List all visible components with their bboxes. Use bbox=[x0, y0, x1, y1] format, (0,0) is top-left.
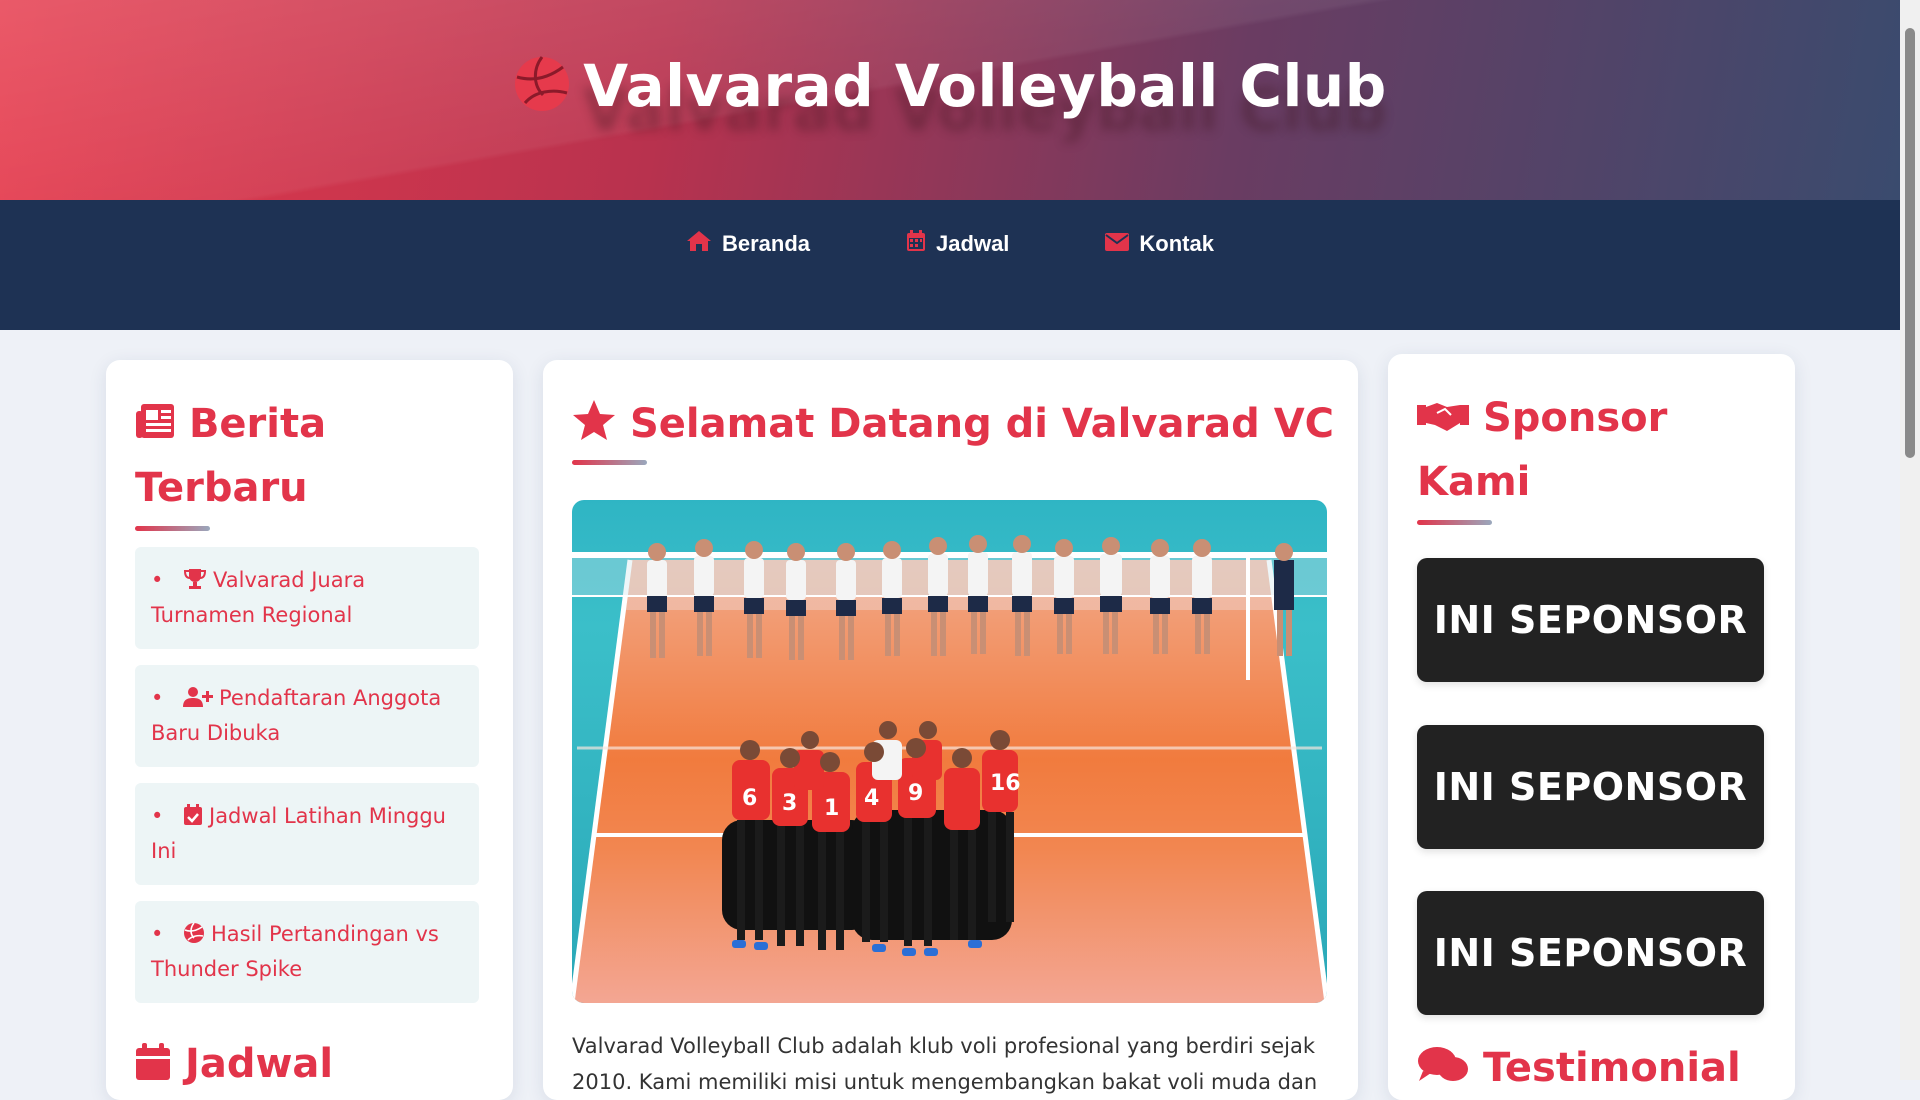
volleyball-icon bbox=[183, 922, 211, 946]
schedule-title: Jadwal bbox=[184, 1041, 334, 1087]
trophy-icon bbox=[183, 568, 213, 592]
title-underline bbox=[572, 460, 647, 465]
main-nav bbox=[0, 200, 1900, 330]
calendar-icon bbox=[135, 1041, 185, 1087]
comments-icon bbox=[1417, 1045, 1483, 1091]
nav-label: Jadwal bbox=[936, 231, 1010, 256]
user-plus-icon bbox=[183, 686, 219, 710]
welcome-title: Selamat Datang di Valvarad VC bbox=[629, 401, 1335, 447]
sponsor-heading: Sponsor Kami bbox=[1417, 386, 1667, 514]
sponsor-card: Sponsor Kami INI SEPONSOR INI SEPONSOR I… bbox=[1388, 354, 1795, 1100]
news-item[interactable]: • Jadwal Latihan Minggu Ini bbox=[135, 783, 479, 885]
sponsor-label: INI SEPONSOR bbox=[1433, 598, 1748, 642]
welcome-heading: Selamat Datang di Valvarad VC bbox=[572, 392, 1334, 456]
handshake-icon bbox=[1417, 395, 1483, 441]
testimonial-title: Testimonial bbox=[1482, 1045, 1741, 1091]
svg-text:4: 4 bbox=[864, 786, 879, 811]
nav-item-kontak[interactable]: Kontak bbox=[1105, 230, 1214, 258]
schedule-heading: Jadwal bbox=[135, 1032, 333, 1096]
nav-item-beranda[interactable]: Beranda bbox=[686, 230, 810, 258]
calendar-icon bbox=[906, 230, 926, 258]
sponsor-title-line1: Sponsor bbox=[1482, 395, 1668, 441]
nav-item-jadwal[interactable]: Jadwal bbox=[906, 230, 1009, 258]
sponsor-logo[interactable]: INI SEPONSOR bbox=[1417, 891, 1764, 1015]
testimonial-heading: Testimonial bbox=[1417, 1036, 1741, 1100]
title-underline bbox=[1417, 520, 1492, 525]
team-photo: 63 1 4 9 16 bbox=[572, 500, 1327, 1003]
calendar-check-icon bbox=[183, 804, 209, 828]
site-title: Valvarad Volleyball Club bbox=[583, 52, 1387, 120]
scrollbar-thumb[interactable] bbox=[1905, 28, 1915, 458]
sponsor-logo[interactable]: INI SEPONSOR bbox=[1417, 558, 1764, 682]
envelope-icon bbox=[1105, 231, 1130, 257]
sponsor-label: INI SEPONSOR bbox=[1433, 765, 1748, 809]
home-icon bbox=[686, 230, 712, 258]
sponsor-logo[interactable]: INI SEPONSOR bbox=[1417, 725, 1764, 849]
news-title: Berita Terbaru bbox=[135, 392, 326, 520]
sponsor-label: INI SEPONSOR bbox=[1433, 931, 1748, 975]
intro-line-1: Valvarad Volleyball Club adalah klub vol… bbox=[572, 1034, 1316, 1058]
news-item[interactable]: • Pendaftaran Anggota Baru Dibuka bbox=[135, 665, 479, 767]
intro-text: Valvarad Volleyball Club adalah klub vol… bbox=[572, 1028, 1332, 1100]
news-item[interactable]: • Hasil Pertandingan vs Thunder Spike bbox=[135, 901, 479, 1003]
star-icon bbox=[572, 400, 630, 447]
svg-text:3: 3 bbox=[782, 791, 797, 816]
title-underline bbox=[135, 526, 210, 531]
svg-text:9: 9 bbox=[908, 781, 923, 806]
brand: Valvarad Volleyball Club bbox=[0, 52, 1900, 120]
volleyball-icon bbox=[513, 55, 571, 117]
svg-text:1: 1 bbox=[824, 796, 839, 821]
sponsor-title-line2: Kami bbox=[1417, 459, 1531, 505]
nav-label: Kontak bbox=[1139, 231, 1214, 256]
nav-items: Beranda Jadwal Kontak bbox=[0, 230, 1900, 258]
newspaper-icon bbox=[135, 401, 189, 447]
news-title-line2: Terbaru bbox=[135, 465, 308, 511]
nav-label: Beranda bbox=[722, 231, 811, 256]
news-card: Berita Terbaru • Valvarad Juara Turnamen … bbox=[106, 360, 513, 1100]
intro-line-2: 2010. Kami memiliki misi untuk mengemban… bbox=[572, 1070, 1318, 1094]
svg-text:6: 6 bbox=[742, 786, 757, 811]
welcome-card: Selamat Datang di Valvarad VC 6 3 1 4 9 … bbox=[543, 360, 1358, 1100]
news-item[interactable]: • Valvarad Juara Turnamen Regional bbox=[135, 547, 479, 649]
news-title-line1: Berita bbox=[188, 401, 327, 447]
svg-text:16: 16 bbox=[990, 771, 1021, 796]
